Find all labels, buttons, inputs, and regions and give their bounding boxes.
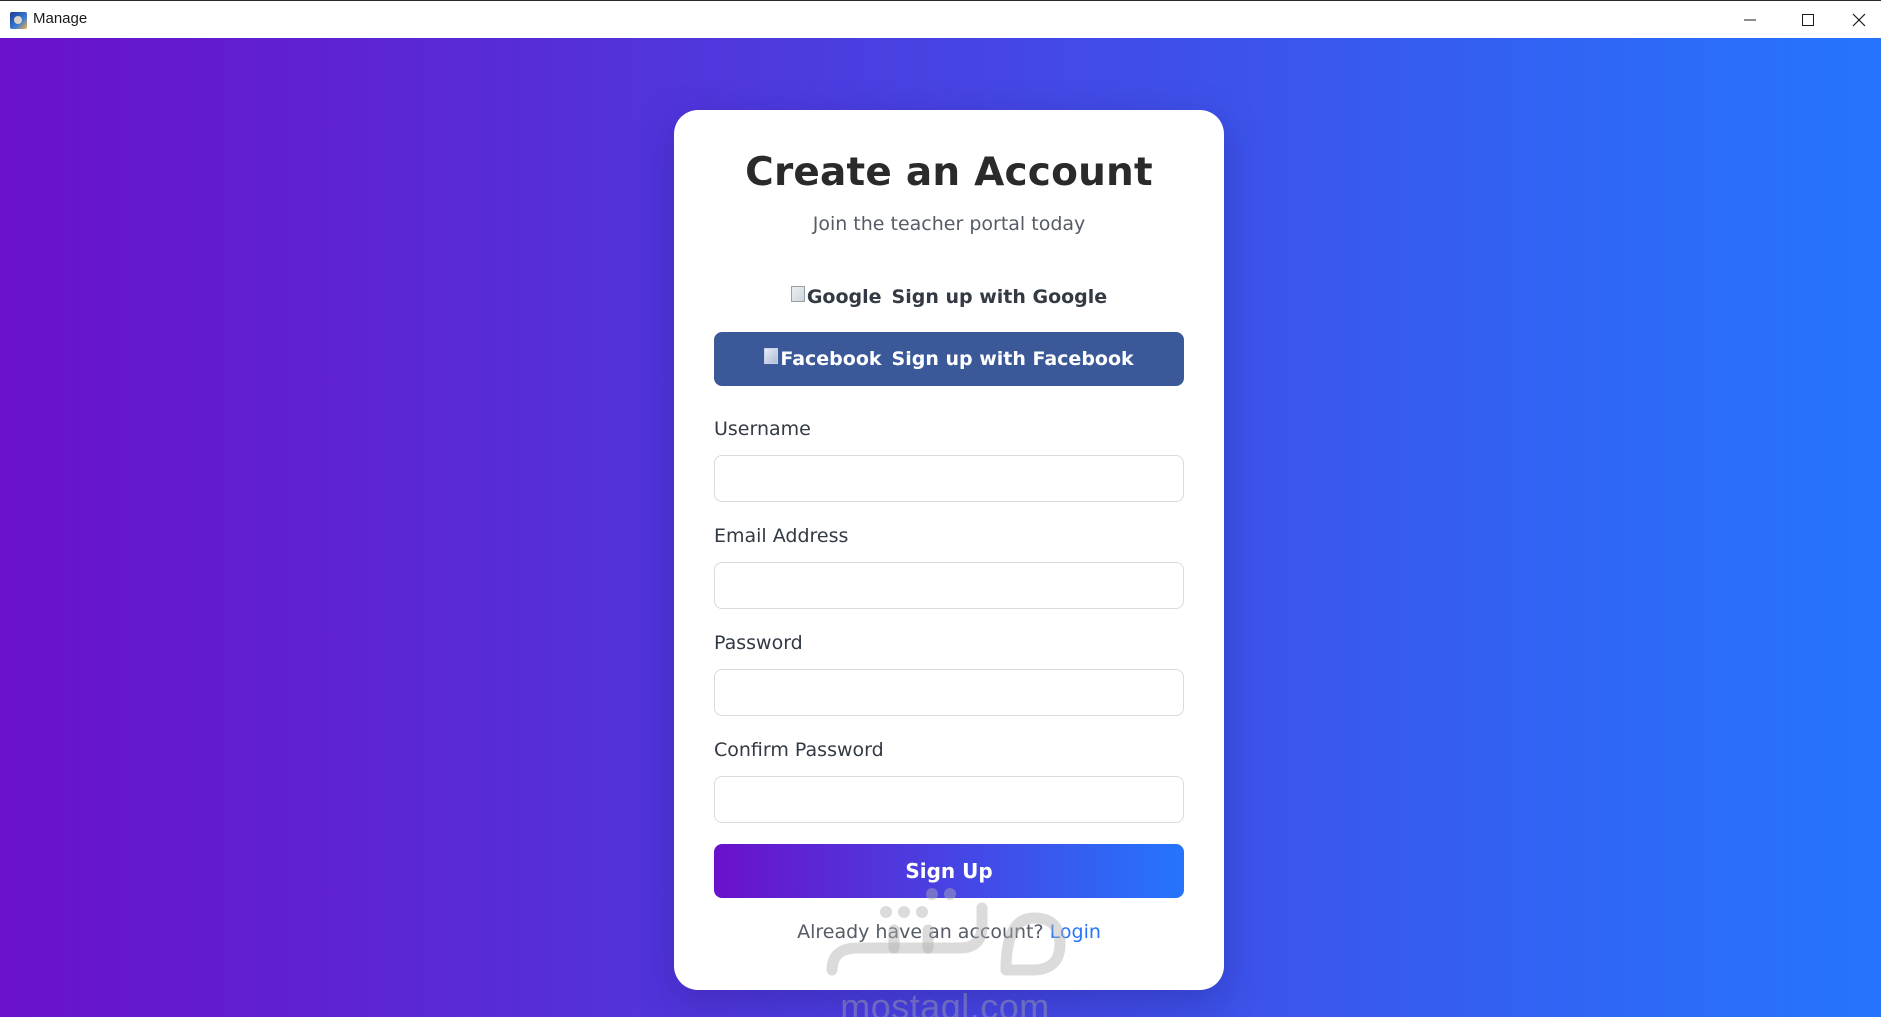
page-title: Create an Account xyxy=(745,150,1153,195)
app-icon xyxy=(10,12,27,29)
facebook-signup-label: Sign up with Facebook xyxy=(891,348,1134,370)
username-input[interactable] xyxy=(714,455,1184,502)
broken-image-icon xyxy=(790,286,805,302)
confirm-password-input[interactable] xyxy=(714,776,1184,823)
title-bar: Manage xyxy=(0,0,1881,38)
broken-image-icon xyxy=(764,348,779,364)
maximize-button[interactable] xyxy=(1779,1,1837,39)
password-input[interactable] xyxy=(714,669,1184,716)
facebook-logo-image: Facebook xyxy=(764,348,882,370)
close-icon xyxy=(1852,13,1866,27)
sign-up-button[interactable]: Sign Up xyxy=(714,844,1184,898)
email-input[interactable] xyxy=(714,562,1184,609)
username-label: Username xyxy=(714,418,811,440)
login-prompt: Already have an account? Login xyxy=(674,921,1224,943)
signup-card: Create an Account Join the teacher porta… xyxy=(674,110,1224,990)
watermark-text: mostaql.com xyxy=(840,986,1050,1017)
login-prompt-text: Already have an account? xyxy=(797,921,1044,943)
window-title: Manage xyxy=(33,10,88,27)
email-label: Email Address xyxy=(714,525,849,547)
google-signup-label: Sign up with Google xyxy=(891,286,1108,308)
page-subtitle: Join the teacher portal today xyxy=(812,213,1086,235)
facebook-logo-alt-text: Facebook xyxy=(780,348,882,370)
app-window: Manage Create an Account Join the teache… xyxy=(0,0,1881,1017)
close-button[interactable] xyxy=(1837,1,1881,39)
confirm-password-label: Confirm Password xyxy=(714,739,884,761)
google-logo-alt-text: Google xyxy=(806,286,882,308)
facebook-signup-button[interactable]: Facebook Sign up with Facebook xyxy=(714,332,1184,386)
login-link[interactable]: Login xyxy=(1050,921,1101,943)
page-background: Create an Account Join the teacher porta… xyxy=(0,38,1881,1017)
google-signup-button[interactable]: Google Sign up with Google xyxy=(714,270,1184,324)
minimize-icon xyxy=(1744,19,1756,21)
password-label: Password xyxy=(714,632,803,654)
google-logo-image: Google xyxy=(790,286,882,308)
minimize-button[interactable] xyxy=(1721,1,1779,39)
maximize-icon xyxy=(1802,14,1814,26)
